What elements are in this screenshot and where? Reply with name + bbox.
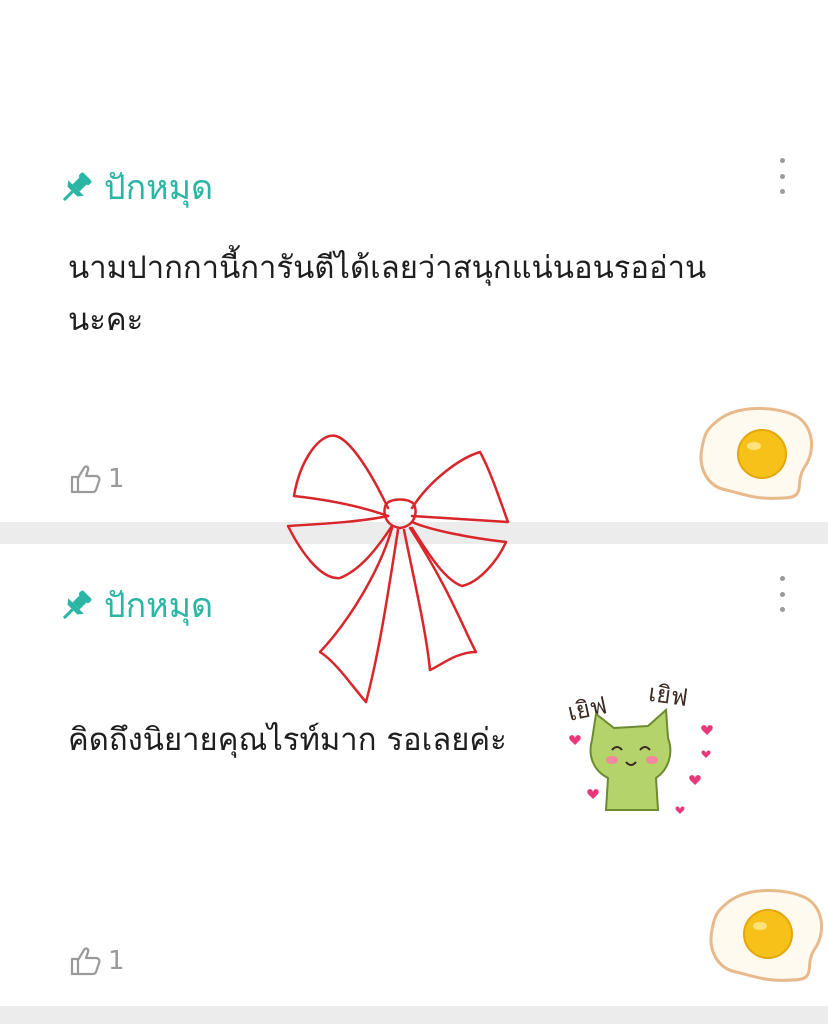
like-count: 1: [108, 464, 125, 494]
svg-text:เยิฟ: เยิฟ: [647, 679, 690, 712]
pin-label: ปักหมุด: [104, 586, 214, 626]
comment-text: นามปากกานี้การันตีได้เลยว่าสนุกแน่นอนรออ…: [68, 250, 707, 338]
fried-egg-sticker[interactable]: [696, 402, 816, 502]
comment-text: คิดถึงนิยายคุณไรท์มาก รอเลยค่ะ: [68, 722, 507, 758]
fried-egg-sticker[interactable]: [706, 884, 826, 984]
like-button[interactable]: 1: [68, 462, 125, 496]
thumbs-up-icon: [70, 465, 101, 494]
pinned-indicator: ปักหมุด: [56, 586, 213, 626]
pinned-indicator: ปักหมุด: [56, 168, 213, 208]
pin-icon: [56, 168, 96, 208]
like-count: 1: [108, 946, 125, 976]
like-button[interactable]: 1: [68, 944, 125, 978]
thumbs-up-icon: [70, 947, 101, 976]
bow-doodle: [286, 434, 510, 704]
pin-icon: [56, 586, 96, 626]
more-options-button[interactable]: [774, 576, 790, 612]
more-options-button[interactable]: [774, 158, 790, 194]
cat-sticker[interactable]: เยิฟ เยิฟ: [562, 670, 722, 820]
pin-label: ปักหมุด: [104, 168, 214, 208]
